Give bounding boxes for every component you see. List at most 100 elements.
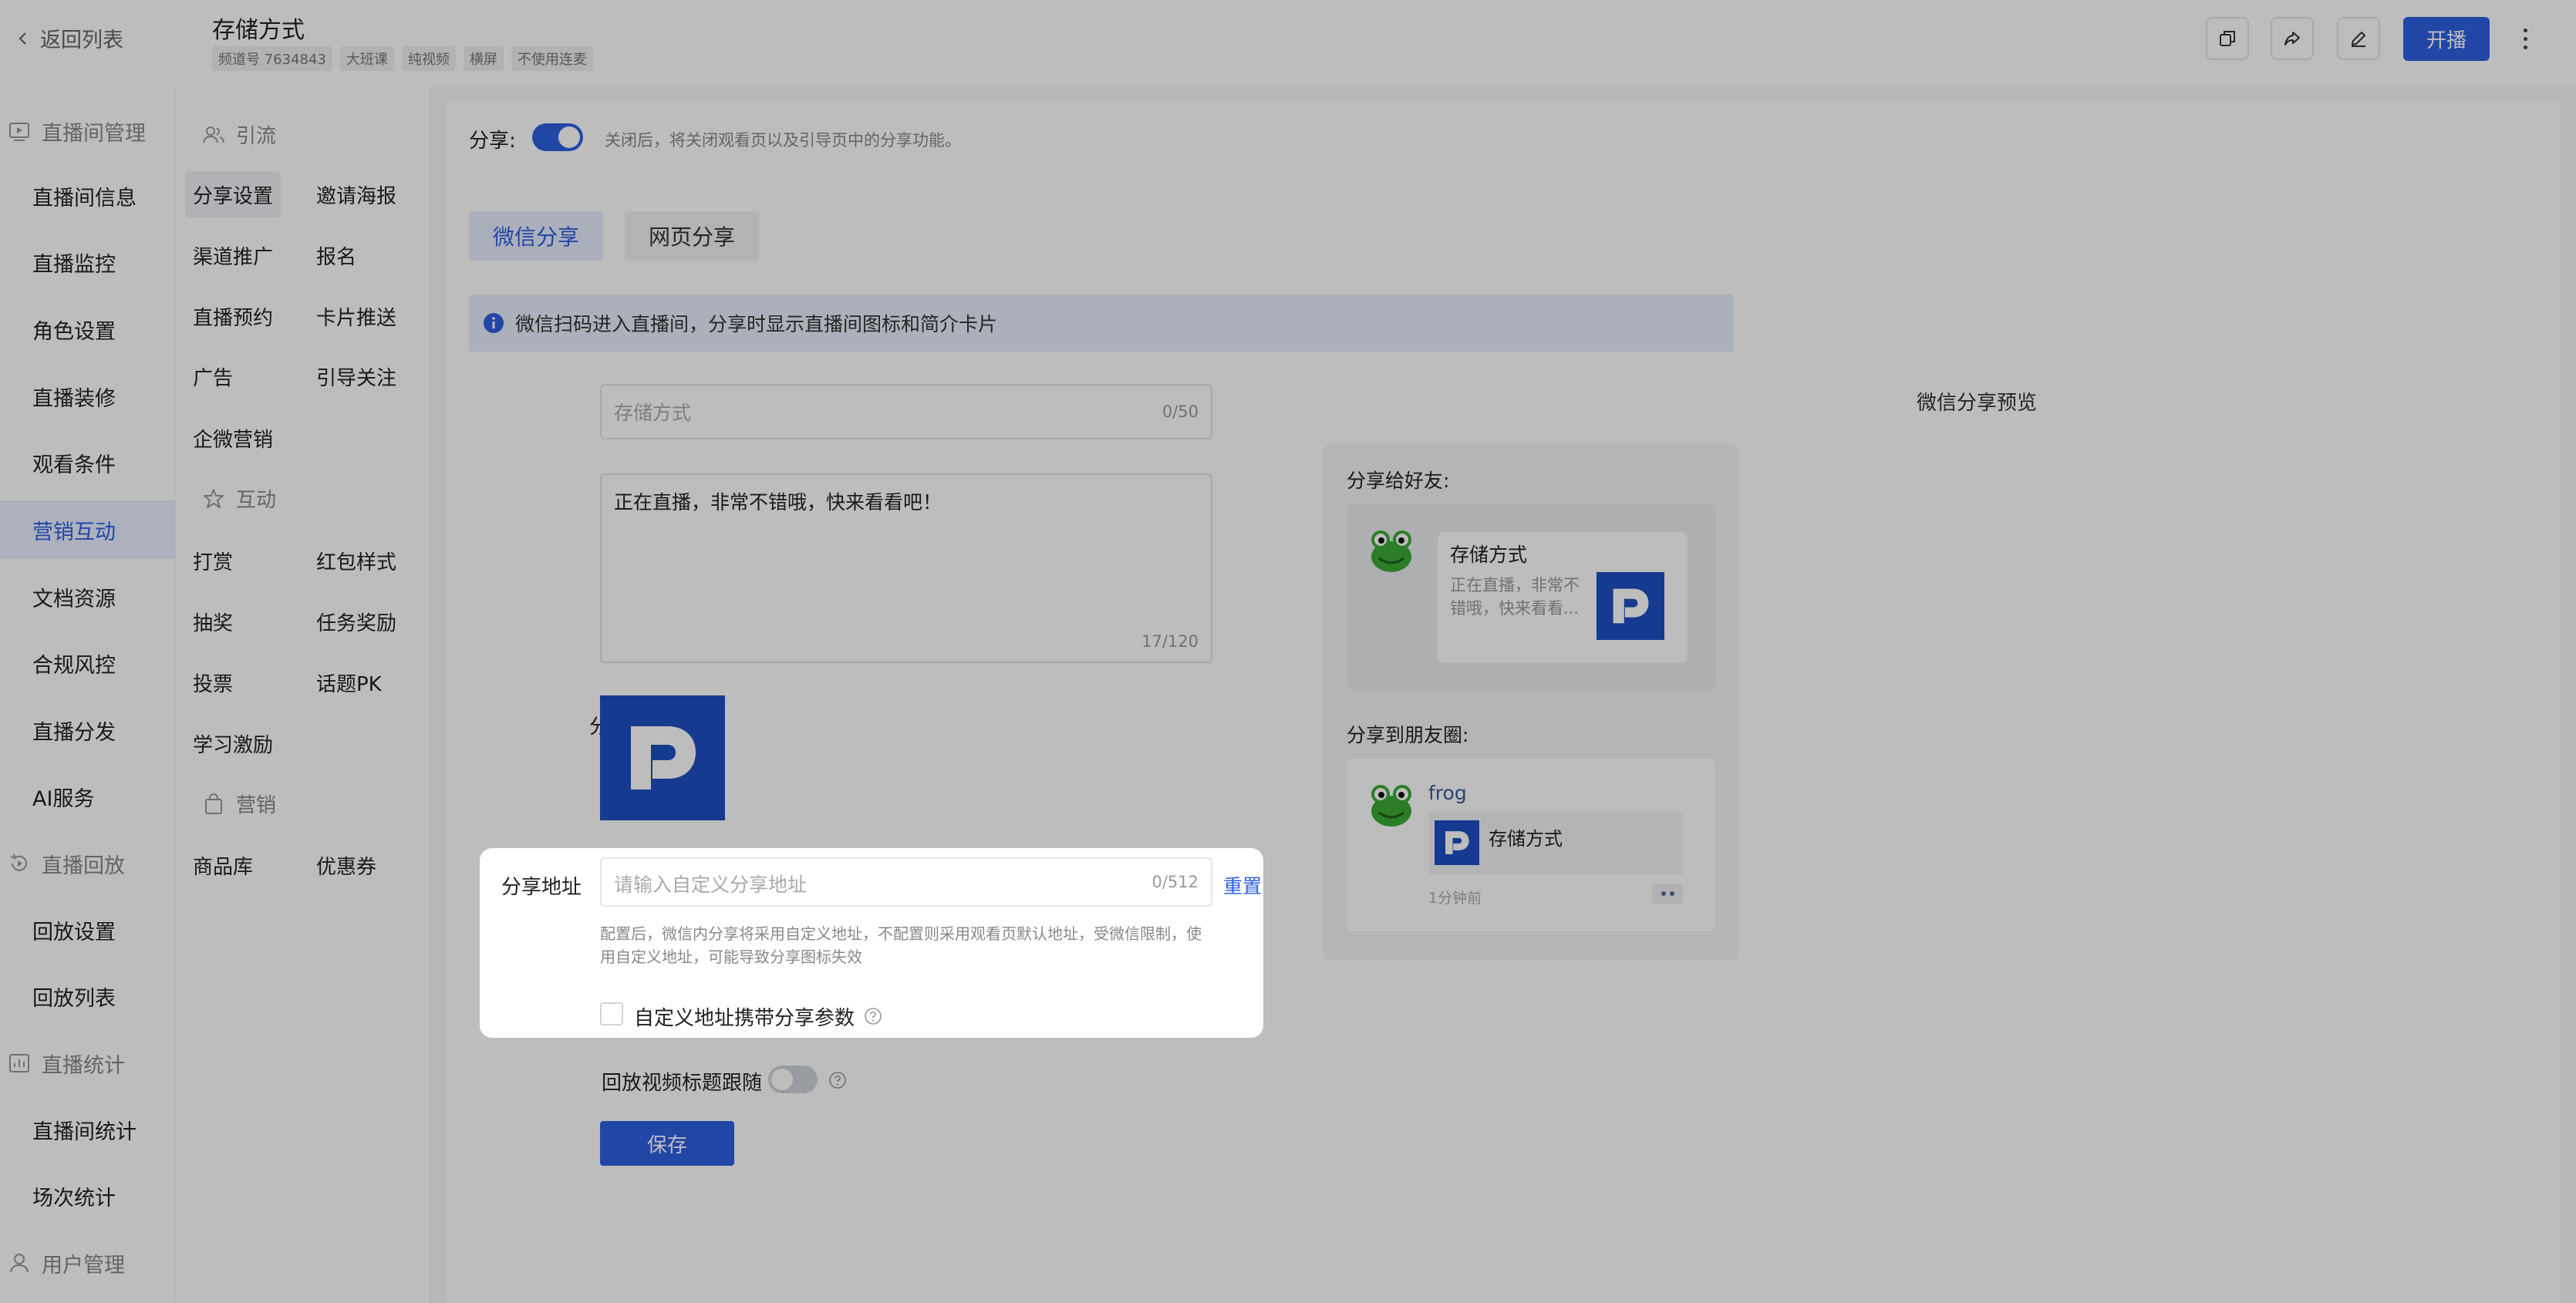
frog-avatar-icon [1371, 785, 1411, 827]
subnav-item-card-push[interactable]: 卡片推送 [309, 293, 404, 339]
more-dot-icon [2523, 36, 2527, 41]
tab-wechat-share[interactable]: 微信分享 [469, 211, 603, 261]
subnav-item-redpacket-style[interactable]: 红包样式 [309, 537, 404, 584]
more-dot-icon [2523, 28, 2527, 32]
sidebar-item-decoration[interactable]: 直播装修 [0, 367, 176, 426]
subnav-item-lottery[interactable]: 抽奖 [185, 598, 241, 645]
sidebar-item-compliance[interactable]: 合规风控 [0, 634, 176, 692]
moments-timestamp: 1分钟前 [1428, 890, 1482, 907]
intro-textarea[interactable]: 正在直播，非常不错哦，快来看看吧！ 17/120 [600, 473, 1212, 663]
sidebar-group-users[interactable]: 用户管理 [0, 1234, 176, 1292]
subnav-item-reward[interactable]: 打赏 [185, 537, 241, 584]
sidebar-item-marketing[interactable]: 营销互动 [0, 500, 176, 559]
edit-button[interactable] [2337, 17, 2380, 60]
subnav-item-channel-promo[interactable]: 渠道推广 [185, 232, 281, 278]
title-char-count: 0/50 [1162, 402, 1199, 421]
subnav-item-product-library[interactable]: 商品库 [185, 842, 261, 888]
share-icon-upload[interactable] [600, 695, 725, 820]
switch-knob [771, 1069, 793, 1090]
video-type-tag: 纯视频 [401, 46, 456, 71]
subnav-item-learning-incentive[interactable]: 学习激励 [185, 720, 281, 766]
sidebar-group-stats[interactable]: 直播统计 [0, 1034, 176, 1093]
subnav-item-wecom[interactable]: 企微营销 [185, 415, 281, 461]
stats-icon [9, 1054, 29, 1072]
subnav-item-topic-pk[interactable]: 话题PK [309, 659, 389, 705]
share-arrow-icon [2284, 32, 2300, 45]
users-icon [203, 126, 224, 143]
replay-title-switch[interactable] [768, 1066, 818, 1093]
share-url-input[interactable]: 请输入自定义分享地址 0/512 [600, 857, 1212, 907]
save-button[interactable]: 保存 [600, 1121, 734, 1166]
info-icon [484, 313, 504, 333]
more-dot-icon [2523, 45, 2527, 49]
tab-web-share[interactable]: 网页分享 [625, 211, 759, 261]
subnav-item-reservation[interactable]: 直播预约 [185, 293, 281, 339]
back-to-list-button[interactable]: 返回列表 [17, 23, 123, 53]
subnav-item-coupons[interactable]: 优惠券 [309, 842, 384, 888]
subnav-item-invite-poster[interactable]: 邀请海报 [309, 171, 404, 217]
subnav-item-follow-guide[interactable]: 引导关注 [309, 353, 404, 399]
share-settings-panel: 分享: 关闭后，将关闭观看页以及引导页中的分享功能。 微信分享 网页分享 微信扫… [446, 102, 2559, 1303]
info-banner-text: 微信扫码进入直播间，分享时显示直播间图标和简介卡片 [515, 313, 998, 335]
share-toggle-hint: 关闭后，将关闭观看页以及引导页中的分享功能。 [605, 131, 961, 150]
preview-heading: 微信分享预览 [1916, 392, 2037, 415]
subnav-item-task-reward[interactable]: 任务奖励 [309, 598, 404, 645]
start-live-button[interactable]: 开播 [2403, 17, 2490, 61]
sidebar-item-session-stats[interactable]: 场次统计 [0, 1167, 176, 1225]
dot-icon [1669, 891, 1674, 896]
friend-chat-mock: 存储方式 正在直播，非常不错哦，快来看看... [1347, 504, 1715, 689]
carry-params-checkbox[interactable] [600, 1002, 623, 1025]
subnav-group-marketing: 营销 [202, 790, 276, 818]
moments-username: frog [1428, 782, 1467, 804]
sidebar-item-distribution[interactable]: 直播分发 [0, 701, 176, 759]
friend-share-card: 存储方式 正在直播，非常不错哦，快来看看... [1438, 532, 1688, 663]
share-url-label: 分享地址 [501, 876, 582, 899]
subnav-item-vote[interactable]: 投票 [185, 659, 241, 705]
copy-button[interactable] [2206, 17, 2249, 60]
subnav-item-share-settings[interactable]: 分享设置 [185, 171, 282, 217]
subnav-group-label: 引流 [236, 125, 277, 148]
playback-icon [10, 854, 27, 871]
class-type-tag: 大班课 [339, 46, 394, 71]
brand-logo-icon [1613, 588, 1649, 624]
wechat-share-preview: 分享给好友: 存储方式 正在直播，非常不错哦，快来看看... 分享到朋友圈: f… [1323, 444, 1738, 961]
share-url-hint: 配置后，微信内分享将采用自定义地址，不配置则采用观看页默认地址，受微信限制，使用… [600, 924, 1202, 966]
sidebar-group-playback[interactable]: 直播回放 [0, 834, 176, 893]
carry-params-label: 自定义地址携带分享参数 [634, 1007, 855, 1030]
moments-mock: frog 存储方式 1分钟前 [1347, 759, 1715, 931]
sub-navigation: 引流 分享设置 邀请海报 渠道推广 报名 直播预约 卡片推送 广告 引导关注 企… [176, 86, 430, 1303]
moments-card-title: 存储方式 [1489, 828, 1563, 850]
subnav-item-ads[interactable]: 广告 [185, 353, 241, 399]
sidebar-item-watch-conditions[interactable]: 观看条件 [0, 433, 176, 492]
share-toggle-switch[interactable] [532, 123, 583, 151]
share-to-moments-label: 分享到朋友圈: [1347, 724, 1469, 746]
share-to-friend-label: 分享给好友: [1347, 470, 1450, 492]
share-button[interactable] [2271, 17, 2314, 60]
sidebar-item-roles[interactable]: 角色设置 [0, 300, 176, 359]
back-label: 返回列表 [40, 29, 123, 52]
sidebar-item-playback-settings[interactable]: 回放设置 [0, 901, 176, 959]
help-icon[interactable] [828, 1071, 847, 1089]
reset-link[interactable]: 重置 [1223, 871, 1262, 899]
title-input[interactable]: 存储方式 0/50 [600, 384, 1212, 439]
star-icon [204, 488, 224, 508]
subnav-item-signup[interactable]: 报名 [309, 232, 364, 278]
more-menu-button[interactable] [2516, 22, 2534, 56]
sidebar-group-live-room[interactable]: 直播间管理 [0, 102, 176, 160]
share-url-placeholder: 请输入自定义分享地址 [614, 874, 808, 896]
info-banner: 微信扫码进入直播间，分享时显示直播间图标和简介卡片 [469, 295, 1734, 352]
bag-icon [205, 793, 222, 814]
sidebar-item-ai[interactable]: AI服务 [0, 767, 176, 826]
share-toggle-label: 分享: [469, 130, 516, 153]
sidebar-item-room-stats[interactable]: 直播间统计 [0, 1100, 176, 1159]
help-icon[interactable] [864, 1007, 882, 1025]
sidebar-item-monitor[interactable]: 直播监控 [0, 233, 176, 291]
card-title: 存储方式 [1450, 544, 1528, 566]
sidebar-item-documents[interactable]: 文档资源 [0, 567, 176, 626]
sidebar-item-playback-list[interactable]: 回放列表 [0, 967, 176, 1025]
sidebar-item-room-info[interactable]: 直播间信息 [0, 167, 176, 225]
moments-share-card: 存储方式 [1428, 813, 1683, 874]
intro-char-count: 17/120 [1141, 632, 1199, 651]
orientation-tag: 横屏 [463, 46, 504, 71]
moments-comment-button[interactable] [1652, 884, 1683, 904]
